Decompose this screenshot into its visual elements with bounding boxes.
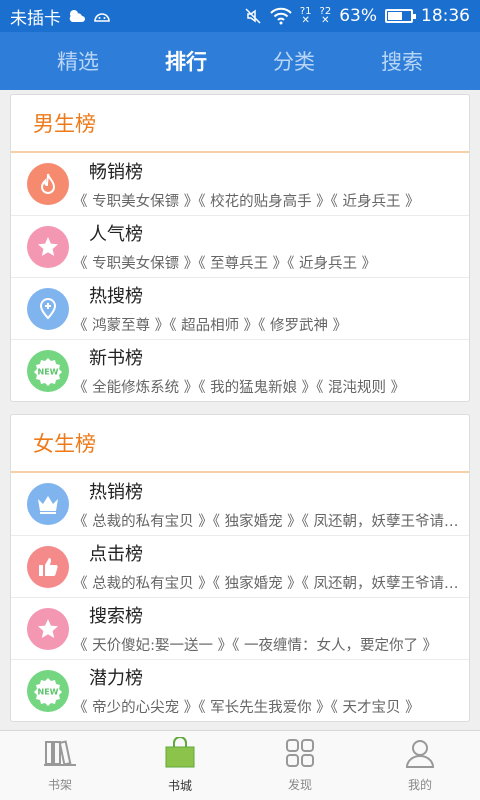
tab-category[interactable]: 分类 [273, 46, 315, 76]
star-icon [27, 225, 69, 268]
svg-text:NEW: NEW [38, 367, 59, 376]
section-title: 男生榜 [33, 112, 96, 136]
ranking-row[interactable]: 点击榜《 总裁的私有宝贝 》《 独家婚宠 》《 凤还朝，妖孽王爷请让道 》 [11, 535, 469, 597]
ranking-row[interactable]: 搜索榜《 天价傻妃:娶一送一 》《 一夜缠情：女人，要定你了 》 [11, 597, 469, 659]
wifi-icon [270, 7, 292, 25]
sim2-signal-icon: ?2 ✕ [319, 6, 332, 26]
ranking-title: 点击榜 [89, 544, 143, 565]
svg-text:NEW: NEW [38, 687, 59, 696]
carrier-label: 未插卡 [10, 8, 61, 29]
ranking-books: 《 总裁的私有宝贝 》《 独家婚宠 》《 凤还朝，妖孽王爷请让道 》 [73, 576, 469, 592]
ranking-title: 热销榜 [89, 481, 143, 503]
male-ranking-card: 男生榜 畅销榜《 专职美女保镖 》《 校花的贴身高手 》《 近身兵王 》人气榜《… [10, 94, 470, 402]
ranking-row-text: 热销榜《 总裁的私有宝贝 》《 独家婚宠 》《 凤还朝，妖孽王爷请让道 》 [73, 478, 469, 531]
ranking-books: 《 专职美女保镖 》《 至尊兵王 》《 近身兵王 》 [73, 256, 377, 272]
ranking-books: 《 全能修炼系统 》《 我的猛鬼新娘 》《 混沌规则 》 [73, 380, 406, 396]
ranking-row[interactable]: NEW 潜力榜《 帝少的心尖宠 》《 军长先生我爱你 》《 天才宝贝 》 [11, 659, 469, 721]
ranking-title: 人气榜 [89, 224, 143, 245]
section-header: 女生榜 [11, 415, 469, 473]
ranking-row-text: 人气榜《 专职美女保镖 》《 至尊兵王 》《 近身兵王 》 [73, 220, 469, 273]
crown-icon [27, 483, 69, 525]
clock: 18:36 [421, 6, 470, 26]
shopping-bag-icon [163, 736, 197, 773]
tab-featured[interactable]: 精选 [57, 46, 99, 76]
ranking-title: 畅销榜 [89, 161, 143, 183]
section-header: 男生榜 [11, 95, 469, 153]
ranking-row-text: 潜力榜《 帝少的心尖宠 》《 军长先生我爱你 》《 天才宝贝 》 [73, 664, 469, 717]
ranking-row-text: 热搜榜《 鸿蒙至尊 》《 超品相师 》《 修罗武神 》 [73, 282, 469, 335]
nav-profile[interactable]: 我的 [360, 731, 480, 800]
ranking-title: 潜力榜 [89, 668, 143, 689]
female-ranking-card: 女生榜 热销榜《 总裁的私有宝贝 》《 独家婚宠 》《 凤还朝，妖孽王爷请让道 … [10, 414, 470, 722]
ranking-row[interactable]: 畅销榜《 专职美女保镖 》《 校花的贴身高手 》《 近身兵王 》 [11, 153, 469, 215]
battery-icon [385, 9, 416, 23]
android-icon [93, 9, 111, 23]
ranking-title: 新书榜 [89, 348, 143, 369]
nav-bookstore[interactable]: 书城 [120, 731, 240, 800]
user-icon [404, 738, 436, 772]
bookshelf-icon [43, 738, 77, 772]
nav-label: 发现 [287, 778, 312, 792]
new-badge-icon: NEW [27, 669, 69, 712]
mute-icon [244, 7, 262, 25]
ranking-row[interactable]: 人气榜《 专职美女保镖 》《 至尊兵王 》《 近身兵王 》 [11, 215, 469, 277]
bottom-nav: 书架 书城 发现 我的 [0, 730, 480, 800]
new-badge-icon: NEW [27, 349, 69, 392]
top-tab-bar: 精选 排行 分类 搜索 [0, 32, 480, 90]
ranking-row[interactable]: NEW 新书榜《 全能修炼系统 》《 我的猛鬼新娘 》《 混沌规则 》 [11, 339, 469, 401]
nav-label: 书架 [47, 778, 72, 792]
ranking-books: 《 专职美女保镖 》《 校花的贴身高手 》《 近身兵王 》 [73, 193, 420, 210]
flame-icon [27, 163, 69, 205]
star-icon [27, 607, 69, 650]
ranking-list: 男生榜 畅销榜《 专职美女保镖 》《 校花的贴身高手 》《 近身兵王 》人气榜《… [0, 90, 480, 730]
tab-ranking[interactable]: 排行 [165, 46, 207, 76]
ranking-row[interactable]: 热搜榜《 鸿蒙至尊 》《 超品相师 》《 修罗武神 》 [11, 277, 469, 339]
ranking-row-text: 搜索榜《 天价傻妃:娶一送一 》《 一夜缠情：女人，要定你了 》 [73, 602, 469, 655]
battery-percent: 63% [339, 6, 377, 26]
sim1-signal-icon: ?1 ✕ [299, 6, 312, 26]
weather-icon [67, 8, 87, 24]
tab-search[interactable]: 搜索 [381, 46, 423, 76]
ranking-books: 《 鸿蒙至尊 》《 超品相师 》《 修罗武神 》 [73, 318, 348, 334]
ranking-row-text: 点击榜《 总裁的私有宝贝 》《 独家婚宠 》《 凤还朝，妖孽王爷请让道 》 [73, 540, 469, 593]
ranking-title: 热搜榜 [89, 286, 143, 307]
ranking-books: 《 帝少的心尖宠 》《 军长先生我爱你 》《 天才宝贝 》 [73, 700, 420, 716]
ranking-books: 《 天价傻妃:娶一送一 》《 一夜缠情：女人，要定你了 》 [73, 638, 438, 654]
ranking-row-text: 新书榜《 全能修炼系统 》《 我的猛鬼新娘 》《 混沌规则 》 [73, 344, 469, 397]
nav-label: 书城 [167, 779, 192, 793]
ranking-books: 《 总裁的私有宝贝 》《 独家婚宠 》《 凤还朝，妖孽王爷请让道 》 [73, 513, 469, 530]
ranking-row[interactable]: 热销榜《 总裁的私有宝贝 》《 独家婚宠 》《 凤还朝，妖孽王爷请让道 》 [11, 473, 469, 535]
section-title: 女生榜 [33, 432, 96, 456]
nav-discover[interactable]: 发现 [240, 731, 360, 800]
status-bar: 未插卡 ?1 ✕ ?2 ✕ 63% 18:36 [0, 0, 480, 32]
thumbs-up-icon [27, 545, 69, 588]
location-pin-icon [27, 287, 69, 330]
nav-label: 我的 [407, 778, 432, 792]
ranking-title: 搜索榜 [89, 606, 143, 627]
nav-bookshelf[interactable]: 书架 [0, 731, 120, 800]
ranking-row-text: 畅销榜《 专职美女保镖 》《 校花的贴身高手 》《 近身兵王 》 [73, 158, 469, 211]
grid-icon [284, 738, 316, 772]
